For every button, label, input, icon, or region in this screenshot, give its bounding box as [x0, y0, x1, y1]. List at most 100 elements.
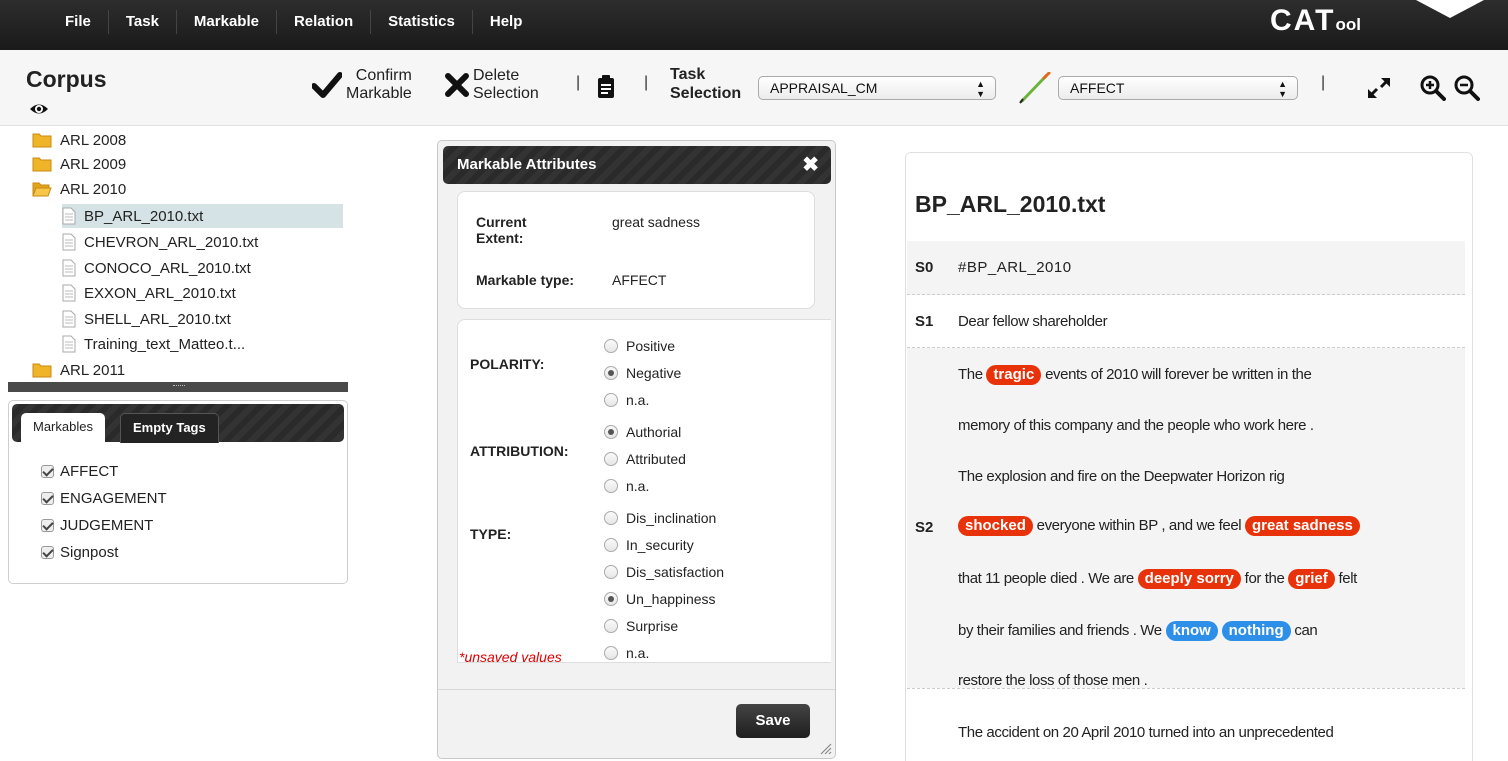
tag-filter-engagement[interactable]: ENGAGEMENT	[41, 490, 167, 507]
markable-know[interactable]: know	[1165, 621, 1218, 641]
markable-tragic[interactable]: tragic	[986, 365, 1042, 385]
clipboard-icon[interactable]	[597, 75, 615, 99]
text-line[interactable]: The explosion and fire on the Deepwater …	[958, 468, 1285, 485]
tag-filter-affect[interactable]: AFFECT	[41, 463, 118, 480]
unsaved-values-warning: *unsaved values	[459, 649, 562, 665]
tree-file-shell[interactable]: SHELL_ARL_2010.txt	[62, 307, 231, 331]
tree-file-bp[interactable]: BP_ARL_2010.txt	[62, 204, 343, 228]
tag-filter-signpost[interactable]: Signpost	[41, 544, 118, 561]
tree-file-conoco[interactable]: CONOCO_ARL_2010.txt	[62, 256, 251, 280]
radio-button[interactable]	[604, 366, 618, 380]
delete-label: Delete Selection	[473, 67, 539, 103]
attribution-attributed[interactable]: Attributed	[604, 451, 686, 467]
attribution-authorial[interactable]: Authorial	[604, 424, 681, 440]
markable-great-sadness[interactable]: great sadness	[1244, 516, 1360, 536]
type-dis-inclination[interactable]: Dis_inclination	[604, 510, 716, 526]
tag-label: AFFECT	[60, 463, 119, 480]
radio-button[interactable]	[604, 425, 618, 439]
text-line[interactable]: that 11 people died . We are deeply sorr…	[958, 569, 1357, 589]
delete-selection-button[interactable]: Delete Selection	[444, 67, 539, 103]
menu-statistics[interactable]: Statistics	[371, 10, 473, 34]
menu-help[interactable]: Help	[473, 10, 540, 34]
menu-file[interactable]: File	[48, 10, 109, 34]
markable-shocked[interactable]: shocked	[958, 516, 1033, 536]
radio-button[interactable]	[604, 479, 618, 493]
tag-filter-judgement[interactable]: JUDGEMENT	[41, 517, 153, 534]
text-line[interactable]: shocked everyone within BP , and we feel…	[958, 516, 1360, 536]
markable-deeply-sorry[interactable]: deeply sorry	[1137, 569, 1241, 589]
task-select[interactable]: APPRAISAL_CM ▲ ▼	[758, 76, 996, 100]
type-dis-satisfaction[interactable]: Dis_satisfaction	[604, 564, 724, 580]
type-surprise[interactable]: Surprise	[604, 618, 678, 634]
markable-select[interactable]: AFFECT ▲ ▼	[1058, 76, 1298, 100]
tree-folder-arl-2010[interactable]: ARL 2010	[32, 177, 126, 201]
tree-file-chevron[interactable]: CHEVRON_ARL_2010.txt	[62, 230, 258, 254]
expand-icon[interactable]	[1366, 76, 1392, 100]
text-line[interactable]: The tragic events of 2010 will forever b…	[958, 365, 1312, 385]
toolbar-separator: |	[576, 74, 581, 91]
extent-info-box: Current Extent: great sadness Markable t…	[457, 191, 815, 309]
folder-icon	[32, 132, 52, 148]
radio-button[interactable]	[604, 452, 618, 466]
radio-button[interactable]	[604, 393, 618, 407]
text-line[interactable]: The accident on 20 April 2010 turned int…	[958, 724, 1334, 741]
radio-button[interactable]	[604, 339, 618, 353]
type-na[interactable]: n.a.	[604, 645, 649, 661]
sentence-s0-text[interactable]: #BP_ARL_2010	[958, 259, 1072, 276]
polarity-negative[interactable]: Negative	[604, 365, 681, 381]
zoom-out-icon[interactable]	[1454, 75, 1480, 101]
radio-button[interactable]	[604, 619, 618, 633]
radio-button[interactable]	[604, 538, 618, 552]
main-menu: File Task Markable Relation Statistics H…	[48, 10, 539, 34]
markable-nothing[interactable]: nothing	[1221, 621, 1291, 641]
text-line[interactable]: memory of this company and the people wh…	[958, 417, 1314, 434]
text-line[interactable]: by their families and friends . We know …	[958, 621, 1318, 641]
file-icon	[62, 259, 76, 277]
resize-grip-icon[interactable]	[818, 741, 832, 755]
menu-relation[interactable]: Relation	[277, 10, 372, 34]
file-icon	[62, 233, 76, 251]
checkbox[interactable]	[41, 546, 54, 559]
tab-empty-tags[interactable]: Empty Tags	[120, 413, 219, 443]
menu-markable[interactable]: Markable	[177, 10, 277, 34]
close-icon[interactable]: ✖	[802, 152, 819, 177]
delete-x-icon	[445, 73, 469, 97]
tree-file-label: SHELL_ARL_2010.txt	[84, 310, 231, 328]
dialog-titlebar[interactable]: Markable Attributes ✖	[443, 146, 831, 184]
menu-task[interactable]: Task	[109, 10, 177, 34]
save-button[interactable]: Save	[736, 704, 810, 738]
tag-label: Signpost	[60, 544, 119, 561]
zoom-in-icon[interactable]	[1420, 75, 1446, 101]
tree-folder-arl-2011[interactable]: ARL 2011	[32, 358, 125, 382]
markable-grief[interactable]: grief	[1288, 569, 1335, 589]
tree-folder-arl-2009[interactable]: ARL 2009	[32, 152, 126, 176]
radio-button[interactable]	[604, 511, 618, 525]
checkbox[interactable]	[41, 465, 54, 478]
radio-label: n.a.	[626, 645, 650, 661]
tree-file-training[interactable]: Training_text_Matteo.t...	[62, 332, 245, 356]
attribution-na[interactable]: n.a.	[604, 478, 649, 494]
type-in-security[interactable]: In_security	[604, 537, 694, 553]
checkmark-icon	[312, 72, 342, 98]
polarity-positive[interactable]: Positive	[604, 338, 675, 354]
tree-file-exxon[interactable]: EXXON_ARL_2010.txt	[62, 281, 236, 305]
sentence-s1-text[interactable]: Dear fellow shareholder	[958, 313, 1108, 330]
checkbox[interactable]	[41, 492, 54, 505]
checkbox[interactable]	[41, 519, 54, 532]
type-un-happiness[interactable]: Un_happiness	[604, 591, 716, 607]
polarity-na[interactable]: n.a.	[604, 392, 649, 408]
tree-folder-label: ARL 2011	[60, 361, 126, 379]
radio-label: Un_happiness	[626, 591, 716, 607]
select-arrows-icon: ▲ ▼	[1278, 79, 1287, 99]
radio-button[interactable]	[604, 592, 618, 606]
text-line[interactable]: restore the loss of those men .	[958, 672, 1148, 689]
text-span: everyone within BP , and we feel	[1036, 517, 1242, 534]
eye-icon[interactable]	[29, 99, 49, 119]
panel-splitter[interactable]	[8, 382, 348, 392]
tree-folder-arl-2008[interactable]: ARL 2008	[32, 128, 126, 152]
radio-button[interactable]	[604, 646, 618, 660]
confirm-markable-button[interactable]: Confirm Markable	[312, 67, 412, 103]
radio-button[interactable]	[604, 565, 618, 579]
tab-markables[interactable]: Markables	[21, 413, 105, 443]
pencil-icon[interactable]	[1018, 72, 1052, 104]
